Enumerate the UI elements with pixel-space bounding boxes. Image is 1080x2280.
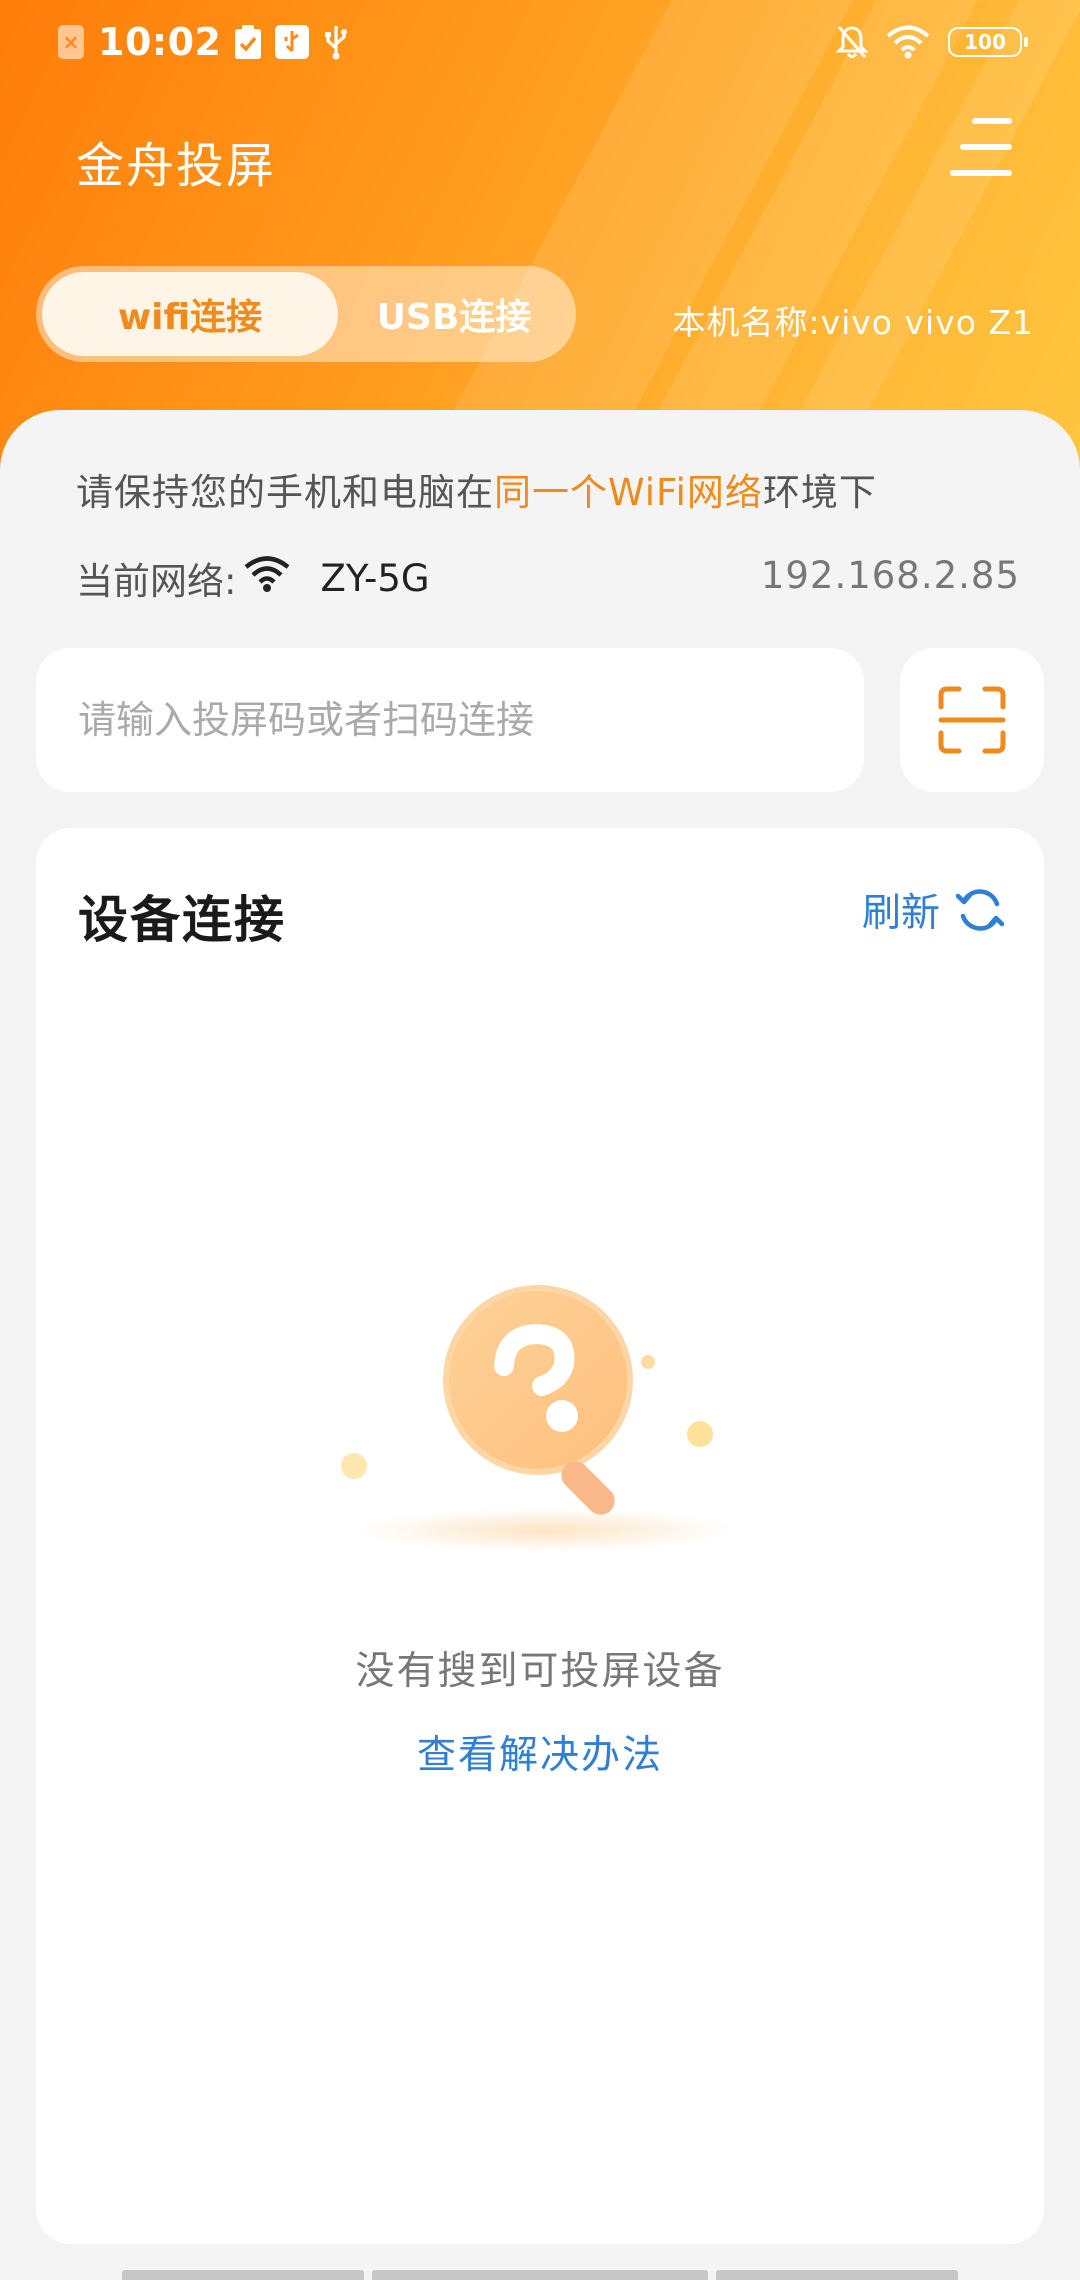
scan-icon <box>938 686 1006 754</box>
scan-button[interactable] <box>900 648 1044 792</box>
network-tip: 请保持您的手机和电脑在同一个WiFi网络环境下 <box>76 462 877 516</box>
bottom-nav-hint-2 <box>372 2270 708 2280</box>
ip-address: 192.168.2.85 <box>760 554 1020 597</box>
network-label: 当前网络: <box>76 560 237 603</box>
tip-highlight: 同一个WiFi网络 <box>494 471 763 514</box>
usb-debug-icon <box>275 25 310 59</box>
status-bar: × 10:02 100 <box>0 0 1080 84</box>
app-notification-icon: × <box>58 25 84 59</box>
connection-type-tabs: wifi连接 USB连接 <box>36 266 576 362</box>
battery-icon: 100 <box>948 27 1028 57</box>
refresh-button[interactable]: 刷新 <box>862 880 1006 940</box>
status-time: 10:02 <box>98 20 222 64</box>
tab-wifi-connect[interactable]: wifi连接 <box>42 272 338 356</box>
tip-text-before: 请保持您的手机和电脑在 <box>76 471 494 514</box>
usb-icon <box>323 24 349 60</box>
screen-code-input[interactable] <box>36 648 864 792</box>
device-connection-card: 设备连接 刷新 没有搜到可投屏设备 查看解决办法 <box>36 828 1044 2244</box>
bottom-nav-hint-3 <box>716 2270 958 2280</box>
silent-bell-icon <box>836 24 868 60</box>
menu-button[interactable] <box>950 118 1012 178</box>
no-device-illustration <box>341 1285 736 1552</box>
network-wifi-icon <box>244 555 290 601</box>
menu-icon <box>972 118 1012 124</box>
view-solution-link[interactable]: 查看解决办法 <box>36 1724 1044 1780</box>
empty-state-text: 没有搜到可投屏设备 <box>355 1649 725 1694</box>
device-name-label: 本机名称:vivo vivo Z1 <box>672 303 1034 342</box>
network-name: ZY-5G <box>320 556 430 600</box>
screen: × 10:02 100 金舟投屏 wifi连接 USB连接 本机名称:vivo … <box>0 0 1080 2280</box>
checklist-icon <box>235 25 262 59</box>
refresh-label: 刷新 <box>861 891 940 936</box>
current-network: 当前网络: ZY-5G <box>76 548 430 608</box>
refresh-icon <box>955 889 1005 931</box>
app-title: 金舟投屏 <box>76 138 277 194</box>
tab-usb-connect[interactable]: USB连接 <box>338 272 570 356</box>
wifi-icon <box>886 25 930 59</box>
section-title: 设备连接 <box>78 891 286 949</box>
tip-text-after: 环境下 <box>762 471 877 514</box>
bottom-nav-hint-1 <box>122 2270 364 2280</box>
